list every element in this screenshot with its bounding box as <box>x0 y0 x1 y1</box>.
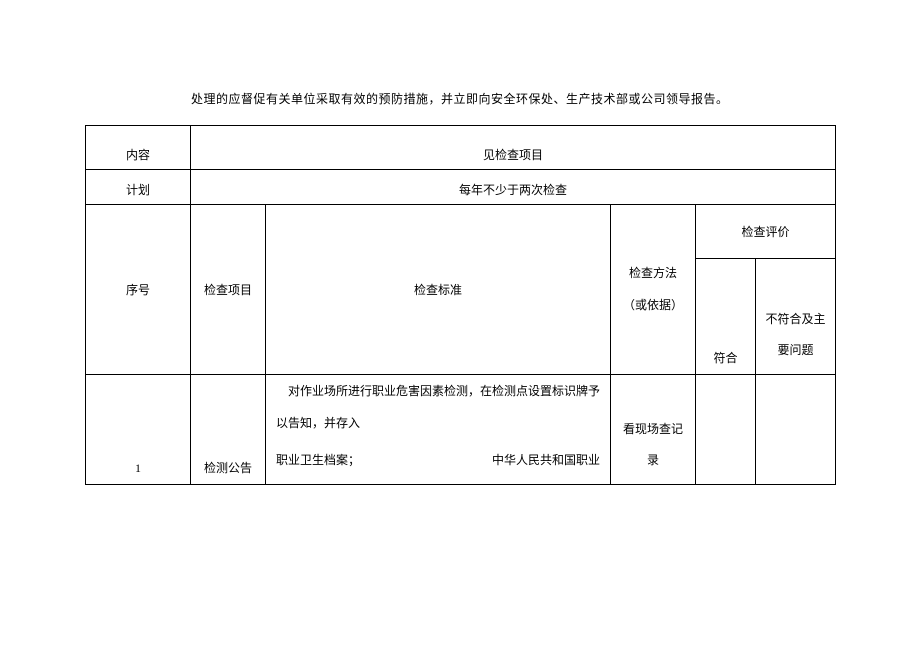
row-plan: 计划 每年不少于两次检查 <box>86 170 836 205</box>
cell-method-1: 看现场查记 录 <box>611 375 696 485</box>
hdr-item: 检查项目 <box>191 205 266 375</box>
hdr-method: 检查方法 （或依据） <box>611 205 696 375</box>
cell-evalng-1 <box>756 375 836 485</box>
cell-content-value: 见检查项目 <box>191 126 836 170</box>
hdr-eval-ok: 符合 <box>696 259 756 375</box>
hdr-eval-ng: 不符合及主 要问题 <box>756 259 836 375</box>
cell-standard-1: 对作业场所进行职业危害因素检测，在检测点设置标识牌予以告知，并存入 职业卫生档案… <box>266 375 611 485</box>
cell-plan-value: 每年不少于两次检查 <box>191 170 836 205</box>
data-row-1: 1 检测公告 对作业场所进行职业危害因素检测，在检测点设置标识牌予以告知，并存入… <box>86 375 836 485</box>
hdr-seq: 序号 <box>86 205 191 375</box>
row-content: 内容 见检查项目 <box>86 126 836 170</box>
hdr-method-line2: （或依据） <box>611 290 695 321</box>
hdr-eval: 检查评价 <box>696 205 836 259</box>
row-header-upper: 序号 检查项目 检查标准 检查方法 （或依据） 检查评价 <box>86 205 836 259</box>
hdr-eval-ng-line2: 要问题 <box>756 335 835 366</box>
hdr-method-line1: 检查方法 <box>611 258 695 289</box>
hdr-eval-ng-line1: 不符合及主 <box>756 304 835 335</box>
intro-paragraph: 处理的应督促有关单位采取有效的预防措施，并立即向安全环保处、生产技术部或公司领导… <box>85 90 835 107</box>
method-line2: 录 <box>611 445 695 476</box>
cell-plan-label: 计划 <box>86 170 191 205</box>
inspection-table: 内容 见检查项目 计划 每年不少于两次检查 序号 检查项目 检查标准 检查方法 … <box>85 125 836 485</box>
cell-item-1: 检测公告 <box>191 375 266 485</box>
cell-content-label: 内容 <box>86 126 191 170</box>
std-line1: 对作业场所进行职业危害因素检测，在检测点设置标识牌予以告知，并存入 <box>276 376 600 438</box>
cell-evalok-1 <box>696 375 756 485</box>
hdr-standard: 检查标准 <box>266 205 611 375</box>
cell-seq-1: 1 <box>86 375 191 485</box>
std-line2-right: 中华人民共和国职业 <box>492 445 600 476</box>
std-line2-left: 职业卫生档案； <box>276 445 360 476</box>
document-page: 处理的应督促有关单位采取有效的预防措施，并立即向安全环保处、生产技术部或公司领导… <box>0 0 920 485</box>
method-line1: 看现场查记 <box>611 414 695 445</box>
